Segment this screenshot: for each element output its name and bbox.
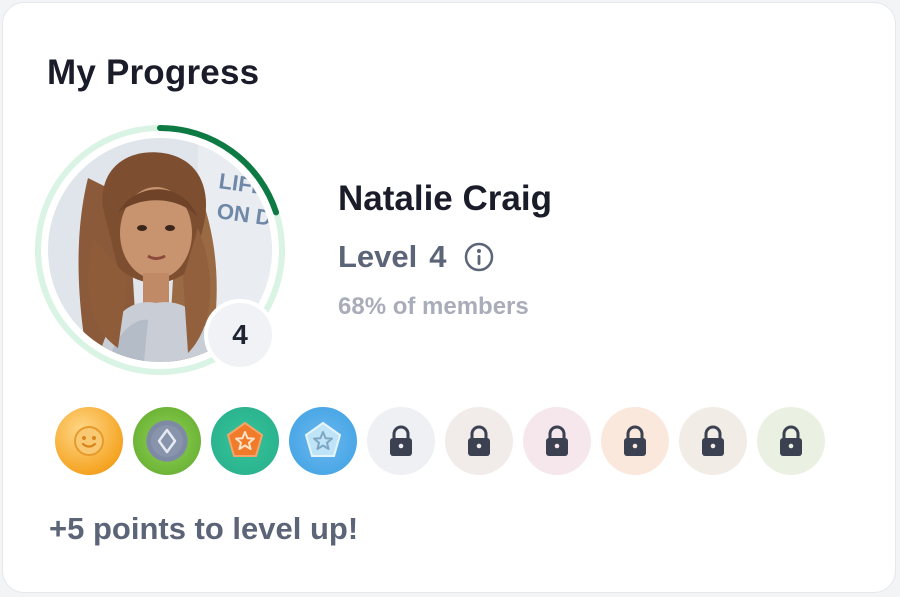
card-title: My Progress [47, 53, 260, 92]
lock-icon[interactable] [445, 407, 513, 475]
user-name: Natalie Craig [338, 179, 552, 218]
diamond-badge[interactable] [133, 407, 201, 475]
smiley-badge[interactable] [55, 407, 123, 475]
lock-icon[interactable] [679, 407, 747, 475]
lock-icon[interactable] [367, 407, 435, 475]
progress-card: My Progress LIFEG ON DUT 4 Natalie Craig… [2, 2, 896, 593]
star-shield-badge[interactable] [289, 407, 357, 475]
level-row: Level 4 [338, 239, 495, 275]
lock-icon[interactable] [523, 407, 591, 475]
members-percentile: 68% of members [338, 293, 529, 320]
lock-icon[interactable] [601, 407, 669, 475]
avatar-progress[interactable]: LIFEG ON DUT 4 [33, 123, 287, 377]
level-label: Level [338, 239, 418, 274]
points-to-level-up: +5 points to level up! [49, 511, 359, 546]
level-value: 4 [429, 239, 447, 274]
level-badge: 4 [204, 299, 276, 371]
lock-icon[interactable] [757, 407, 825, 475]
pentagon-star-badge[interactable] [211, 407, 279, 475]
info-icon[interactable] [463, 241, 495, 273]
badge-list [55, 407, 835, 475]
